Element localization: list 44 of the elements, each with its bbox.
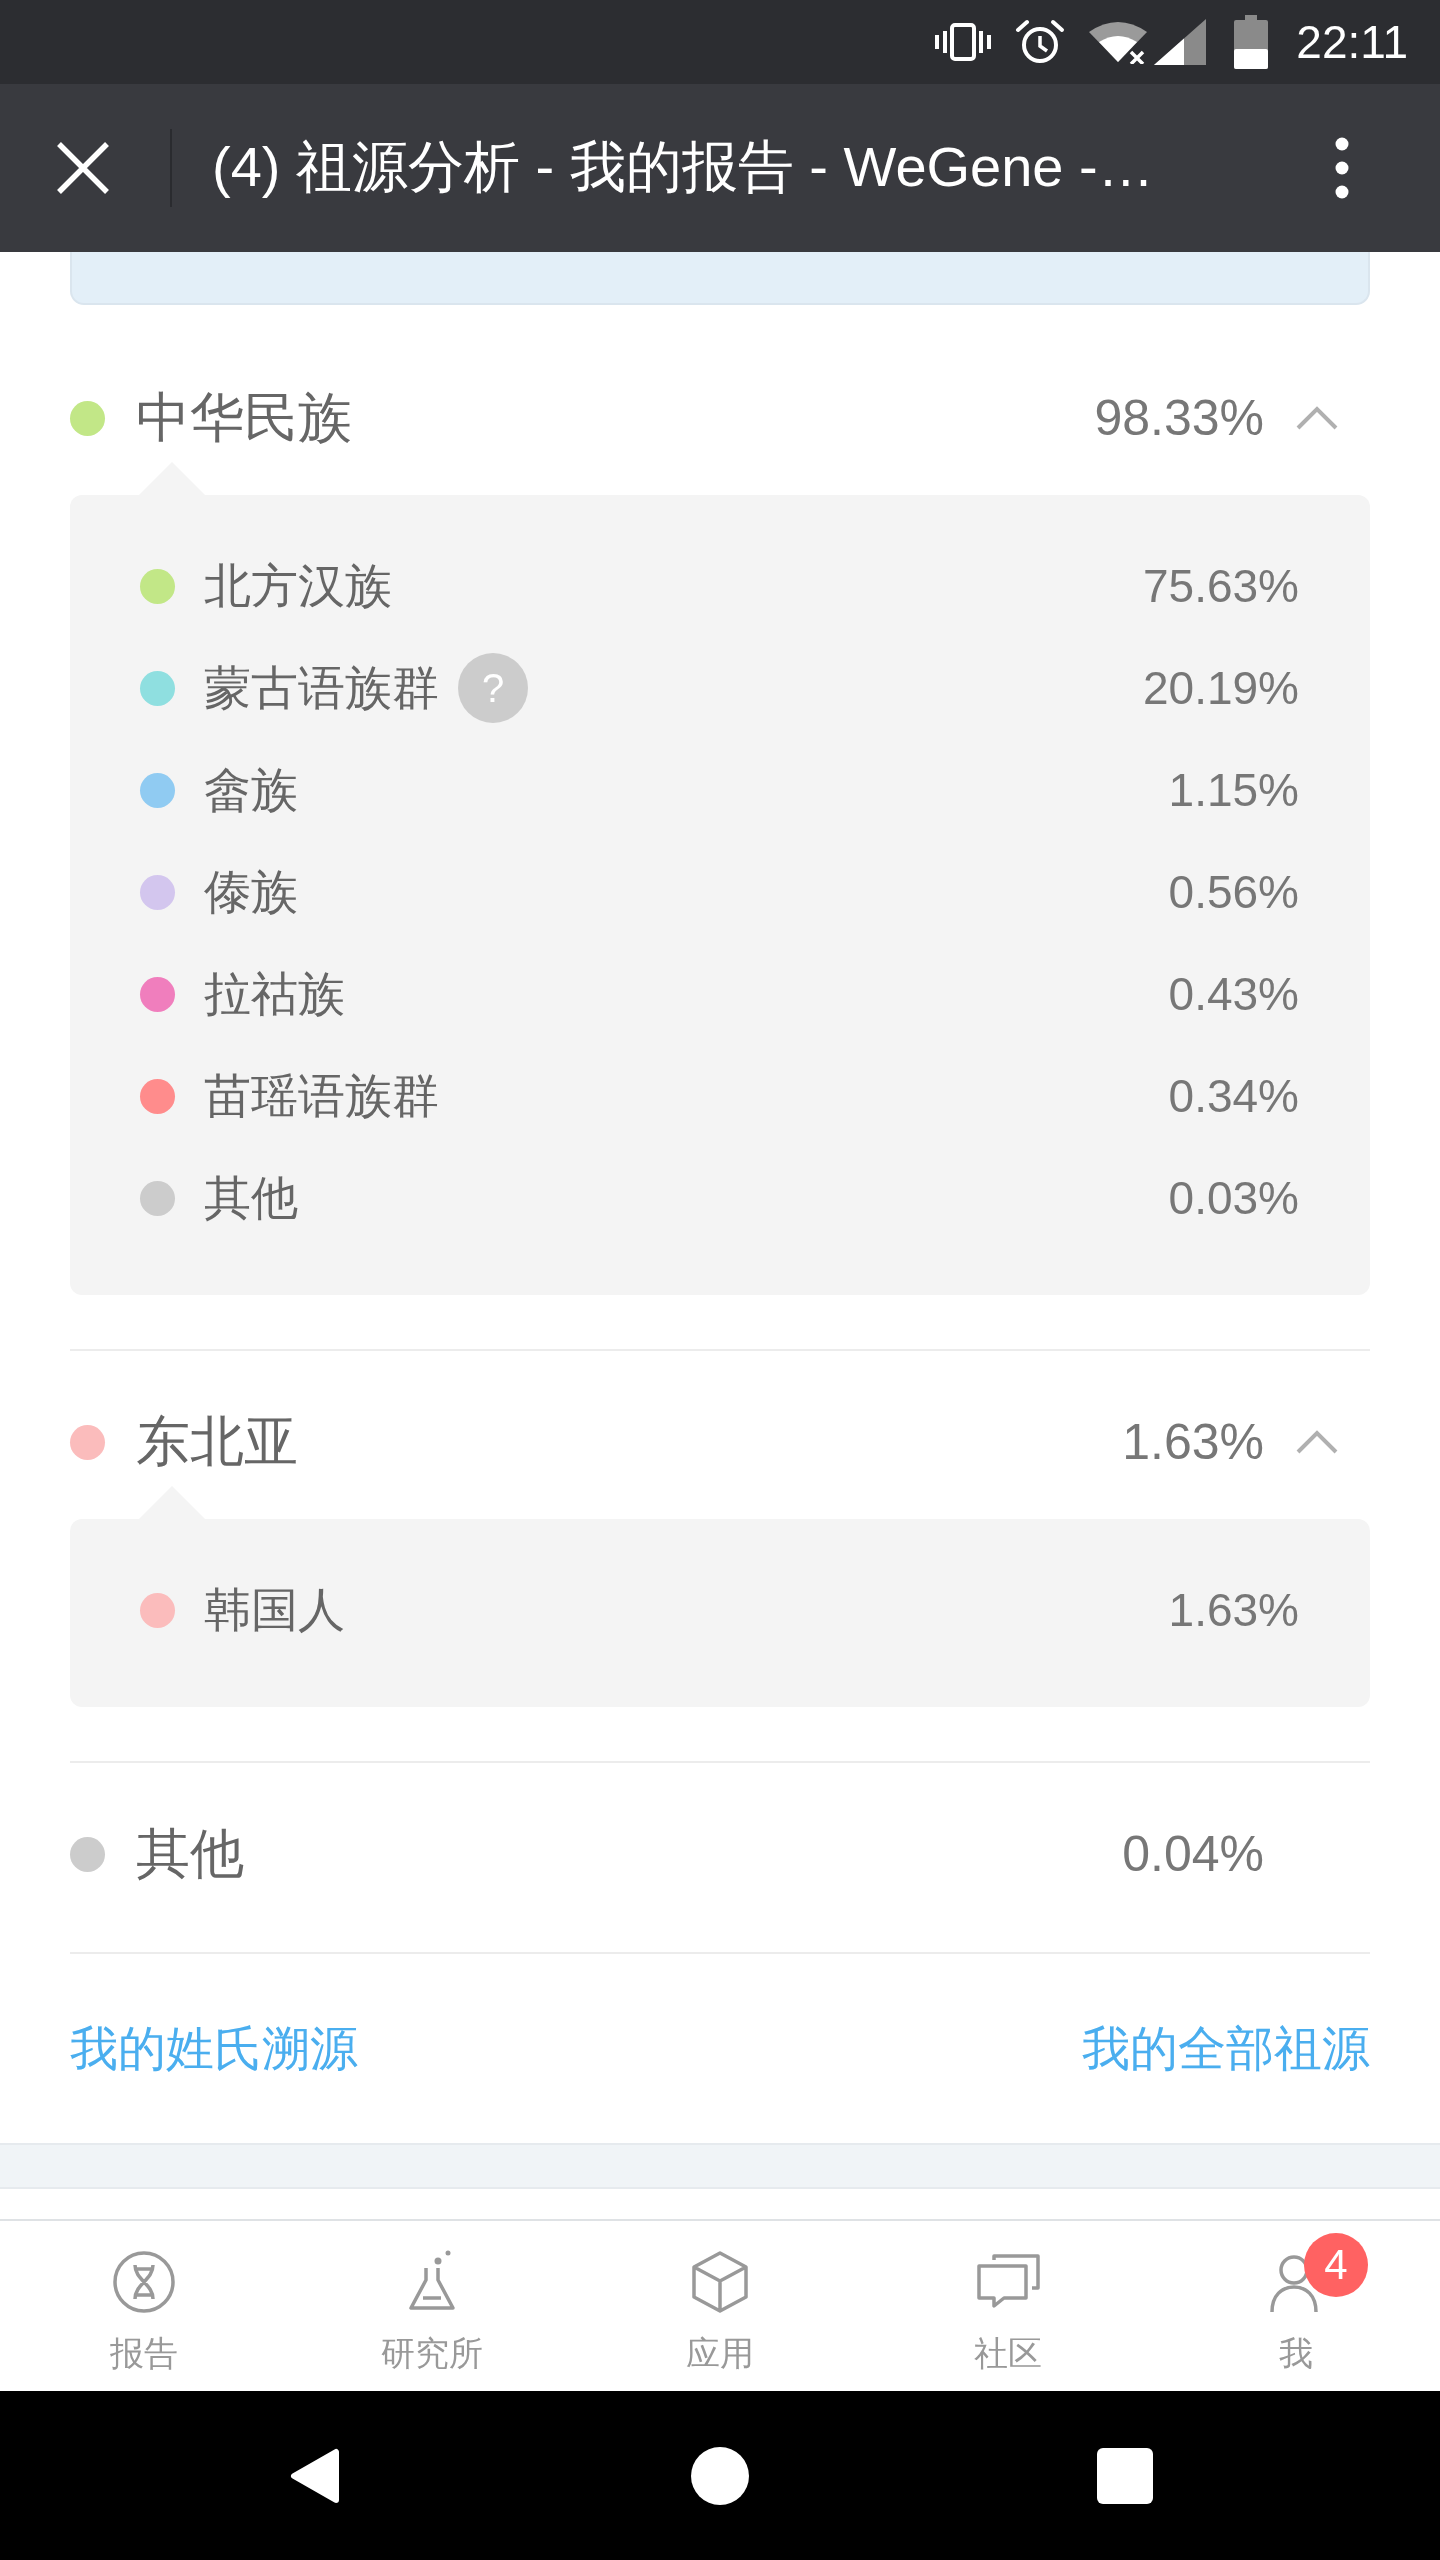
group-name: 中华民族 bbox=[136, 385, 352, 449]
home-icon[interactable] bbox=[691, 2446, 749, 2505]
page-title: (4) 祖源分析 - 我的报告 - WeGene -… bbox=[212, 134, 1155, 200]
back-icon[interactable] bbox=[288, 2447, 341, 2504]
wifi-off-icon bbox=[1087, 20, 1150, 64]
subgroup-percent: 20.19% bbox=[1143, 661, 1299, 715]
tab-item[interactable]: 研究所 bbox=[288, 2221, 576, 2391]
report-link[interactable]: 我的全部祖源 bbox=[1082, 2016, 1370, 2081]
vibrate-icon bbox=[933, 22, 994, 62]
subgroup-name: 畲族 bbox=[204, 761, 298, 818]
group-name: 其他 bbox=[136, 1821, 244, 1885]
subgroup-name: 苗瑶语族群 bbox=[204, 1067, 439, 1124]
subgroup-percent: 1.15% bbox=[1168, 763, 1299, 817]
group-name: 东北亚 bbox=[136, 1409, 298, 1473]
group-percent: 1.63% bbox=[1122, 1413, 1264, 1471]
subgroup-percent: 0.34% bbox=[1168, 1069, 1299, 1123]
subgroup-percent: 0.03% bbox=[1168, 1171, 1299, 1225]
menu-icon[interactable] bbox=[1335, 137, 1349, 199]
tab-item[interactable]: 应用 bbox=[576, 2221, 864, 2391]
signal-icon bbox=[1154, 19, 1207, 65]
tab-item[interactable]: 我 4 bbox=[1152, 2221, 1440, 2391]
subgroup-percent: 0.43% bbox=[1168, 967, 1299, 1021]
subgroup-percent: 1.63% bbox=[1168, 1583, 1299, 1637]
subgroup-name: 蒙古语族群 bbox=[204, 659, 439, 716]
subgroup-name: 韩国人 bbox=[204, 1581, 345, 1638]
battery-icon bbox=[1234, 15, 1269, 69]
help-button[interactable]: ? bbox=[458, 653, 528, 723]
notification-badge: 4 bbox=[1304, 2233, 1368, 2297]
subgroup-percent: 0.56% bbox=[1168, 865, 1299, 919]
recents-icon[interactable] bbox=[1097, 2447, 1154, 2504]
subgroup-percent: 75.63% bbox=[1143, 559, 1299, 613]
group-percent: 98.33% bbox=[1094, 389, 1264, 447]
status-time: 22:11 bbox=[1296, 19, 1408, 65]
group-percent: 0.04% bbox=[1122, 1825, 1264, 1883]
subgroup-name: 北方汉族 bbox=[204, 557, 392, 614]
tab-item[interactable]: 社区 bbox=[864, 2221, 1152, 2391]
report-link[interactable]: 我的姓氏溯源 bbox=[70, 2016, 358, 2081]
tab-item[interactable]: 报告 bbox=[0, 2221, 288, 2391]
subgroup-name: 拉祜族 bbox=[204, 965, 345, 1022]
subgroup-name: 傣族 bbox=[204, 863, 298, 920]
subgroup-name: 其他 bbox=[204, 1169, 298, 1226]
close-icon[interactable] bbox=[55, 140, 111, 196]
alarm-clock-icon bbox=[1015, 19, 1066, 65]
dna-icon bbox=[112, 2250, 176, 2314]
